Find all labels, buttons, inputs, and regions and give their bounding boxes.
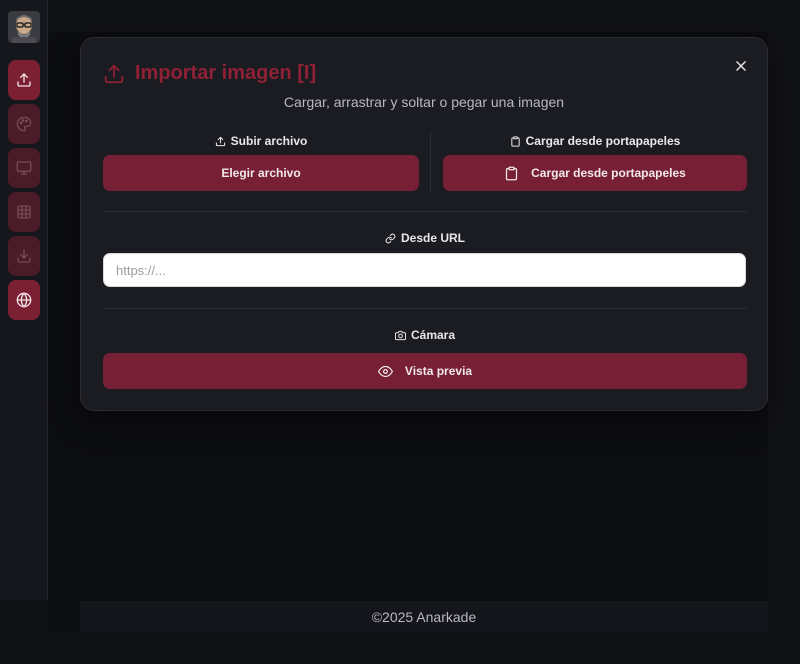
dialog-title: Importar imagen [I] xyxy=(103,62,316,85)
upload-section-label: Subir archivo xyxy=(103,134,419,148)
preview-button-label: Vista previa xyxy=(404,364,473,378)
footer-copyright: ©2025 Anarkade xyxy=(371,608,477,625)
url-input[interactable] xyxy=(103,253,746,287)
sidebar-item-upload[interactable] xyxy=(8,60,40,100)
upload-icon xyxy=(215,136,225,146)
url-section-label: Desde URL xyxy=(103,231,747,245)
preview-button[interactable]: Vista previa xyxy=(103,353,747,389)
import-image-dialog: Importar imagen [I] Cargar, arrastrar y … xyxy=(80,37,768,411)
monitor-icon xyxy=(16,161,32,175)
camera-icon xyxy=(394,330,406,340)
sidebar-item-globe[interactable] xyxy=(8,280,40,320)
divider xyxy=(103,308,747,309)
upload-icon xyxy=(104,64,124,83)
app-root: Importar imagen [I] Cargar, arrastrar y … xyxy=(0,0,800,664)
upload-section-label-text: Subir archivo xyxy=(230,134,308,148)
palette-icon xyxy=(16,116,32,132)
vertical-divider xyxy=(430,131,431,191)
load-clipboard-button[interactable]: Cargar desde portapapeles xyxy=(443,155,747,191)
footer: ©2025 Anarkade xyxy=(80,601,768,632)
grid-icon xyxy=(17,205,31,219)
sidebar-footer-strip xyxy=(0,600,32,632)
sidebar-item-monitor[interactable] xyxy=(8,148,40,188)
link-icon xyxy=(385,233,396,243)
choose-file-button-label: Elegir archivo xyxy=(221,166,301,180)
sidebar-item-grid[interactable] xyxy=(8,192,40,232)
clipboard-icon xyxy=(506,166,518,180)
dialog-subtitle: Cargar, arrastrar y soltar o pegar una i… xyxy=(283,94,565,110)
close-button[interactable] xyxy=(731,56,751,76)
load-clipboard-button-label: Cargar desde portapapeles xyxy=(531,166,686,180)
sidebar-item-download[interactable] xyxy=(8,236,40,276)
camera-section-label: Cámara xyxy=(103,328,747,342)
divider xyxy=(103,211,747,212)
download-icon xyxy=(17,249,31,263)
dialog-title-text: Importar imagen [I] xyxy=(135,62,317,84)
choose-file-button[interactable]: Elegir archivo xyxy=(103,155,419,191)
clipboard-icon xyxy=(510,135,520,147)
sidebar-item-palette[interactable] xyxy=(8,104,40,144)
camera-section-label-text: Cámara xyxy=(410,328,456,342)
close-icon xyxy=(736,61,746,71)
sidebar xyxy=(0,0,48,600)
eye-icon xyxy=(377,365,393,377)
avatar-image xyxy=(8,11,40,43)
avatar[interactable] xyxy=(8,11,40,43)
clipboard-section-label: Cargar desde portapapeles xyxy=(443,134,747,148)
upload-icon xyxy=(17,73,31,87)
clipboard-section-label-text: Cargar desde portapapeles xyxy=(525,134,681,148)
globe-icon xyxy=(16,292,32,308)
url-section-label-text: Desde URL xyxy=(400,231,465,245)
